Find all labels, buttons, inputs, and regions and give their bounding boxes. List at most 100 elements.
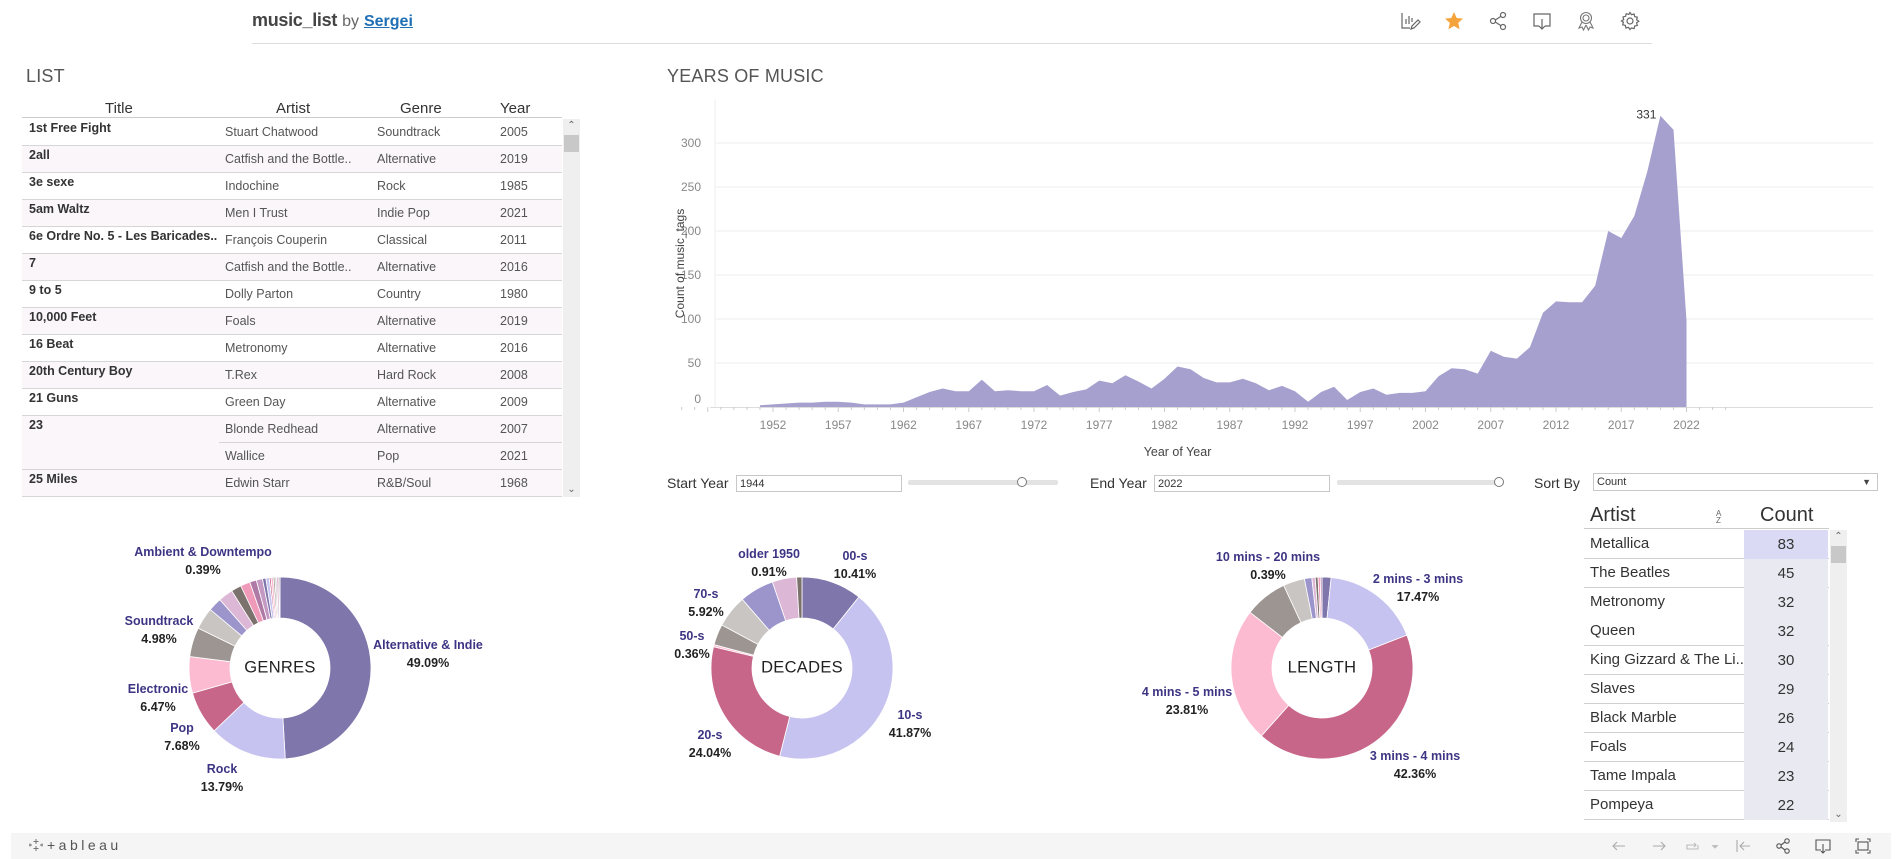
slice-name: 10 mins - 20 mins <box>1215 550 1321 564</box>
settings-gear-icon <box>1620 11 1640 31</box>
cell-genre: Pop <box>377 449 400 463</box>
artist-row[interactable]: Black Marble 26 <box>1584 704 1829 733</box>
list-title: LIST <box>26 66 65 86</box>
cell-title: 10,000 Feet <box>29 310 97 324</box>
slice-percent: 6.47% <box>140 700 176 714</box>
revert-dropdown-button[interactable] <box>1707 836 1723 856</box>
redo-button[interactable] <box>1639 836 1679 856</box>
download-icon <box>1815 839 1831 854</box>
artist-row[interactable]: Tame Impala 23 <box>1584 762 1829 791</box>
cell-artist: Indochine <box>225 179 280 193</box>
donut-slice[interactable] <box>278 576 281 619</box>
list-row[interactable]: 9 to 5 Dolly Parton Country 1980 <box>22 281 562 308</box>
end-year-slider-knob[interactable] <box>1494 477 1504 487</box>
sort-by-dropdown[interactable]: Count ▼ <box>1593 473 1878 491</box>
scroll-up-icon[interactable]: ⌃ <box>563 119 580 133</box>
fullscreen-button[interactable] <box>1843 836 1883 856</box>
years-area-chart[interactable]: 0 50 100 150 200 250 300 1952 1957 1962 1967 1972 19… <box>660 90 1902 460</box>
list-row[interactable]: 25 Miles Edwin Starr R&B/Soul 1968 <box>22 470 562 497</box>
genres-center-label: GENRES <box>244 658 316 677</box>
list-row[interactable]: 10,000 Feet Foals Alternative 2019 <box>22 308 562 335</box>
settings-button[interactable] <box>1608 9 1652 33</box>
artist-row[interactable]: The Beatles 45 <box>1584 559 1829 588</box>
sort-az-icon[interactable]: AZ <box>1716 510 1721 525</box>
workbook-name: music_list <box>252 10 338 30</box>
slice-percent: 49.09% <box>406 656 450 670</box>
end-year-slider[interactable] <box>1337 477 1504 487</box>
slice-name: 2 mins - 3 mins <box>1372 572 1464 586</box>
reset-button[interactable] <box>1723 836 1763 856</box>
artist-row[interactable]: Foals 24 <box>1584 733 1829 762</box>
slice-percent: 7.68% <box>164 739 200 753</box>
list-row[interactable]: 23 Blonde Redhead Alternative 2007 <box>22 416 562 443</box>
artist-row[interactable]: Slaves 29 <box>1584 675 1829 704</box>
badge-button[interactable] <box>1564 9 1608 33</box>
start-year-input[interactable] <box>736 475 902 492</box>
slice-percent: 41.87% <box>888 726 932 740</box>
donut-data-label: Ambient & Downtempo 0.39% <box>134 543 272 579</box>
col-header-artist[interactable]: Artist <box>276 100 310 117</box>
y-axis-title: Count of music_tags <box>673 209 687 318</box>
x-tick-label: 1972 <box>1021 418 1048 432</box>
start-year-slider-knob[interactable] <box>1017 477 1027 487</box>
start-year-slider[interactable] <box>908 477 1058 487</box>
list-row[interactable]: 1st Free Fight Stuart Chatwood Soundtrack 2… <box>22 119 562 146</box>
list-row[interactable]: 3e sexe Indochine Rock 1985 <box>22 173 562 200</box>
share-button[interactable] <box>1476 9 1520 33</box>
donut-data-label: Rock 13.79% <box>201 760 243 796</box>
slice-name: 70-s <box>693 587 719 601</box>
list-row[interactable]: 7 Catfish and the Bottle.. Alternative 2016 <box>22 254 562 281</box>
scroll-thumb[interactable] <box>564 135 579 152</box>
favorite-button[interactable] <box>1432 9 1476 33</box>
cell-artist: Foals <box>225 314 256 328</box>
donut-slice-3-mins-4-mins[interactable] <box>1260 634 1414 760</box>
tableau-logo[interactable]: +ableau <box>29 837 122 853</box>
artist-scrollbar[interactable]: ⌃ ⌄ <box>1830 530 1847 822</box>
cell-genre: Alternative <box>377 314 437 328</box>
download-button[interactable] <box>1520 9 1564 33</box>
cell-artist: François Couperin <box>225 233 328 247</box>
end-year-input[interactable] <box>1154 475 1330 492</box>
artist-row[interactable]: Pompeya 22 <box>1584 791 1829 820</box>
donut-data-label: 10 mins - 20 mins 0.39% <box>1216 548 1320 584</box>
author-link[interactable]: Sergei <box>364 13 413 30</box>
undo-button[interactable] <box>1599 836 1639 856</box>
cell-artist: Green Day <box>225 395 286 409</box>
x-tick-label: 2007 <box>1477 418 1504 432</box>
download-icon <box>1533 13 1551 30</box>
scroll-down-icon[interactable]: ⌄ <box>1830 808 1847 822</box>
slice-name: 20-s <box>697 728 723 742</box>
col-header-count[interactable]: Count <box>1760 504 1813 527</box>
scroll-thumb[interactable] <box>1831 546 1846 563</box>
cell-title: 20th Century Boy <box>29 364 133 378</box>
footer-download-button[interactable] <box>1803 836 1843 856</box>
list-row[interactable]: Wallice Pop 2021 <box>22 443 562 470</box>
col-header-year[interactable]: Year <box>500 100 530 117</box>
cell-year: 1968 <box>500 476 528 490</box>
artist-row[interactable]: Metronomy 32 <box>1584 588 1829 617</box>
edit-viz-button[interactable] <box>1388 9 1432 33</box>
list-row[interactable]: 20th Century Boy T.Rex Hard Rock 2008 <box>22 362 562 389</box>
col-header-artist[interactable]: Artist <box>1590 504 1636 527</box>
cell-title: 3e sexe <box>29 175 75 189</box>
footer-share-button[interactable] <box>1763 836 1803 856</box>
col-header-genre[interactable]: Genre <box>400 100 442 117</box>
revert-button[interactable] <box>1679 836 1707 856</box>
scroll-up-icon[interactable]: ⌃ <box>1830 530 1847 544</box>
y-tick-label: 0 <box>694 392 701 406</box>
artist-row[interactable]: Queen 32 <box>1584 617 1829 646</box>
slice-name: 50-s <box>679 629 705 643</box>
list-row[interactable]: 6e Ordre No. 5 - Les Baricades.. François… <box>22 227 562 254</box>
cell-artist: The Beatles <box>1590 564 1671 581</box>
list-row[interactable]: 2all Catfish and the Bottle.. Alternative 2… <box>22 146 562 173</box>
list-row[interactable]: 5am Waltz Men I Trust Indie Pop 2021 <box>22 200 562 227</box>
list-scrollbar[interactable]: ⌃ ⌄ <box>563 119 580 497</box>
col-header-title[interactable]: Title <box>105 100 133 117</box>
list-row[interactable]: 21 Guns Green Day Alternative 2009 <box>22 389 562 416</box>
scroll-down-icon[interactable]: ⌄ <box>563 483 580 497</box>
cell-genre: Classical <box>377 233 428 247</box>
artist-row[interactable]: King Gizzard & The Li.. 30 <box>1584 646 1829 675</box>
artist-row[interactable]: Metallica 83 <box>1584 530 1829 559</box>
by-label: by <box>342 13 359 30</box>
list-row[interactable]: 16 Beat Metronomy Alternative 2016 <box>22 335 562 362</box>
